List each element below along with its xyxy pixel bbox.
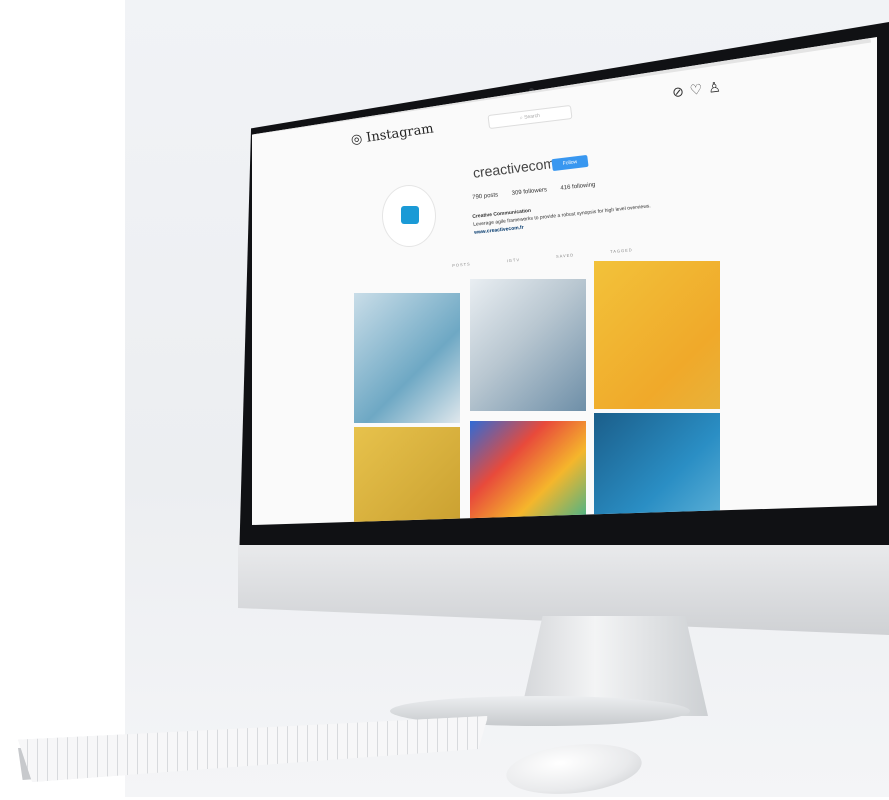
brand-logo-icon (401, 206, 419, 224)
search-icon: ⌕ (519, 114, 524, 122)
post-thumbnail[interactable] (594, 261, 720, 409)
top-nav-icons: ⊘♡♙ (671, 78, 728, 102)
post-thumbnail[interactable] (470, 421, 586, 525)
tab-saved[interactable]: SAVED (556, 252, 575, 259)
user-icon[interactable]: ♙ (707, 78, 727, 96)
profile-username: creactivecom (472, 154, 556, 181)
instagram-brand: Instagram (365, 121, 435, 146)
post-thumbnail[interactable] (594, 413, 720, 525)
post-thumbnail[interactable] (354, 293, 460, 423)
post-thumbnail[interactable] (354, 427, 460, 525)
profile-stats: 790 posts 309 followers 416 following (472, 181, 608, 201)
tab-tagged[interactable]: TAGGED (610, 247, 633, 254)
posts-count[interactable]: 790 posts (472, 192, 499, 201)
instagram-header[interactable]: ◎ Instagram (350, 121, 435, 147)
search-input[interactable]: ⌕ Search (487, 104, 573, 130)
followers-count[interactable]: 309 followers (511, 187, 547, 197)
heart-icon[interactable]: ♡ (689, 80, 709, 98)
compass-icon[interactable]: ⊘ (671, 82, 691, 100)
camera-icon: ◎ (350, 131, 364, 148)
tab-igtv[interactable]: IGTV (506, 257, 520, 263)
follow-button[interactable]: Follow (551, 154, 589, 172)
search-placeholder: Search (523, 112, 541, 121)
tab-posts[interactable]: POSTS (452, 261, 471, 268)
profile-avatar[interactable] (382, 185, 436, 247)
following-count[interactable]: 416 following (560, 182, 595, 192)
post-thumbnail[interactable] (470, 279, 586, 411)
